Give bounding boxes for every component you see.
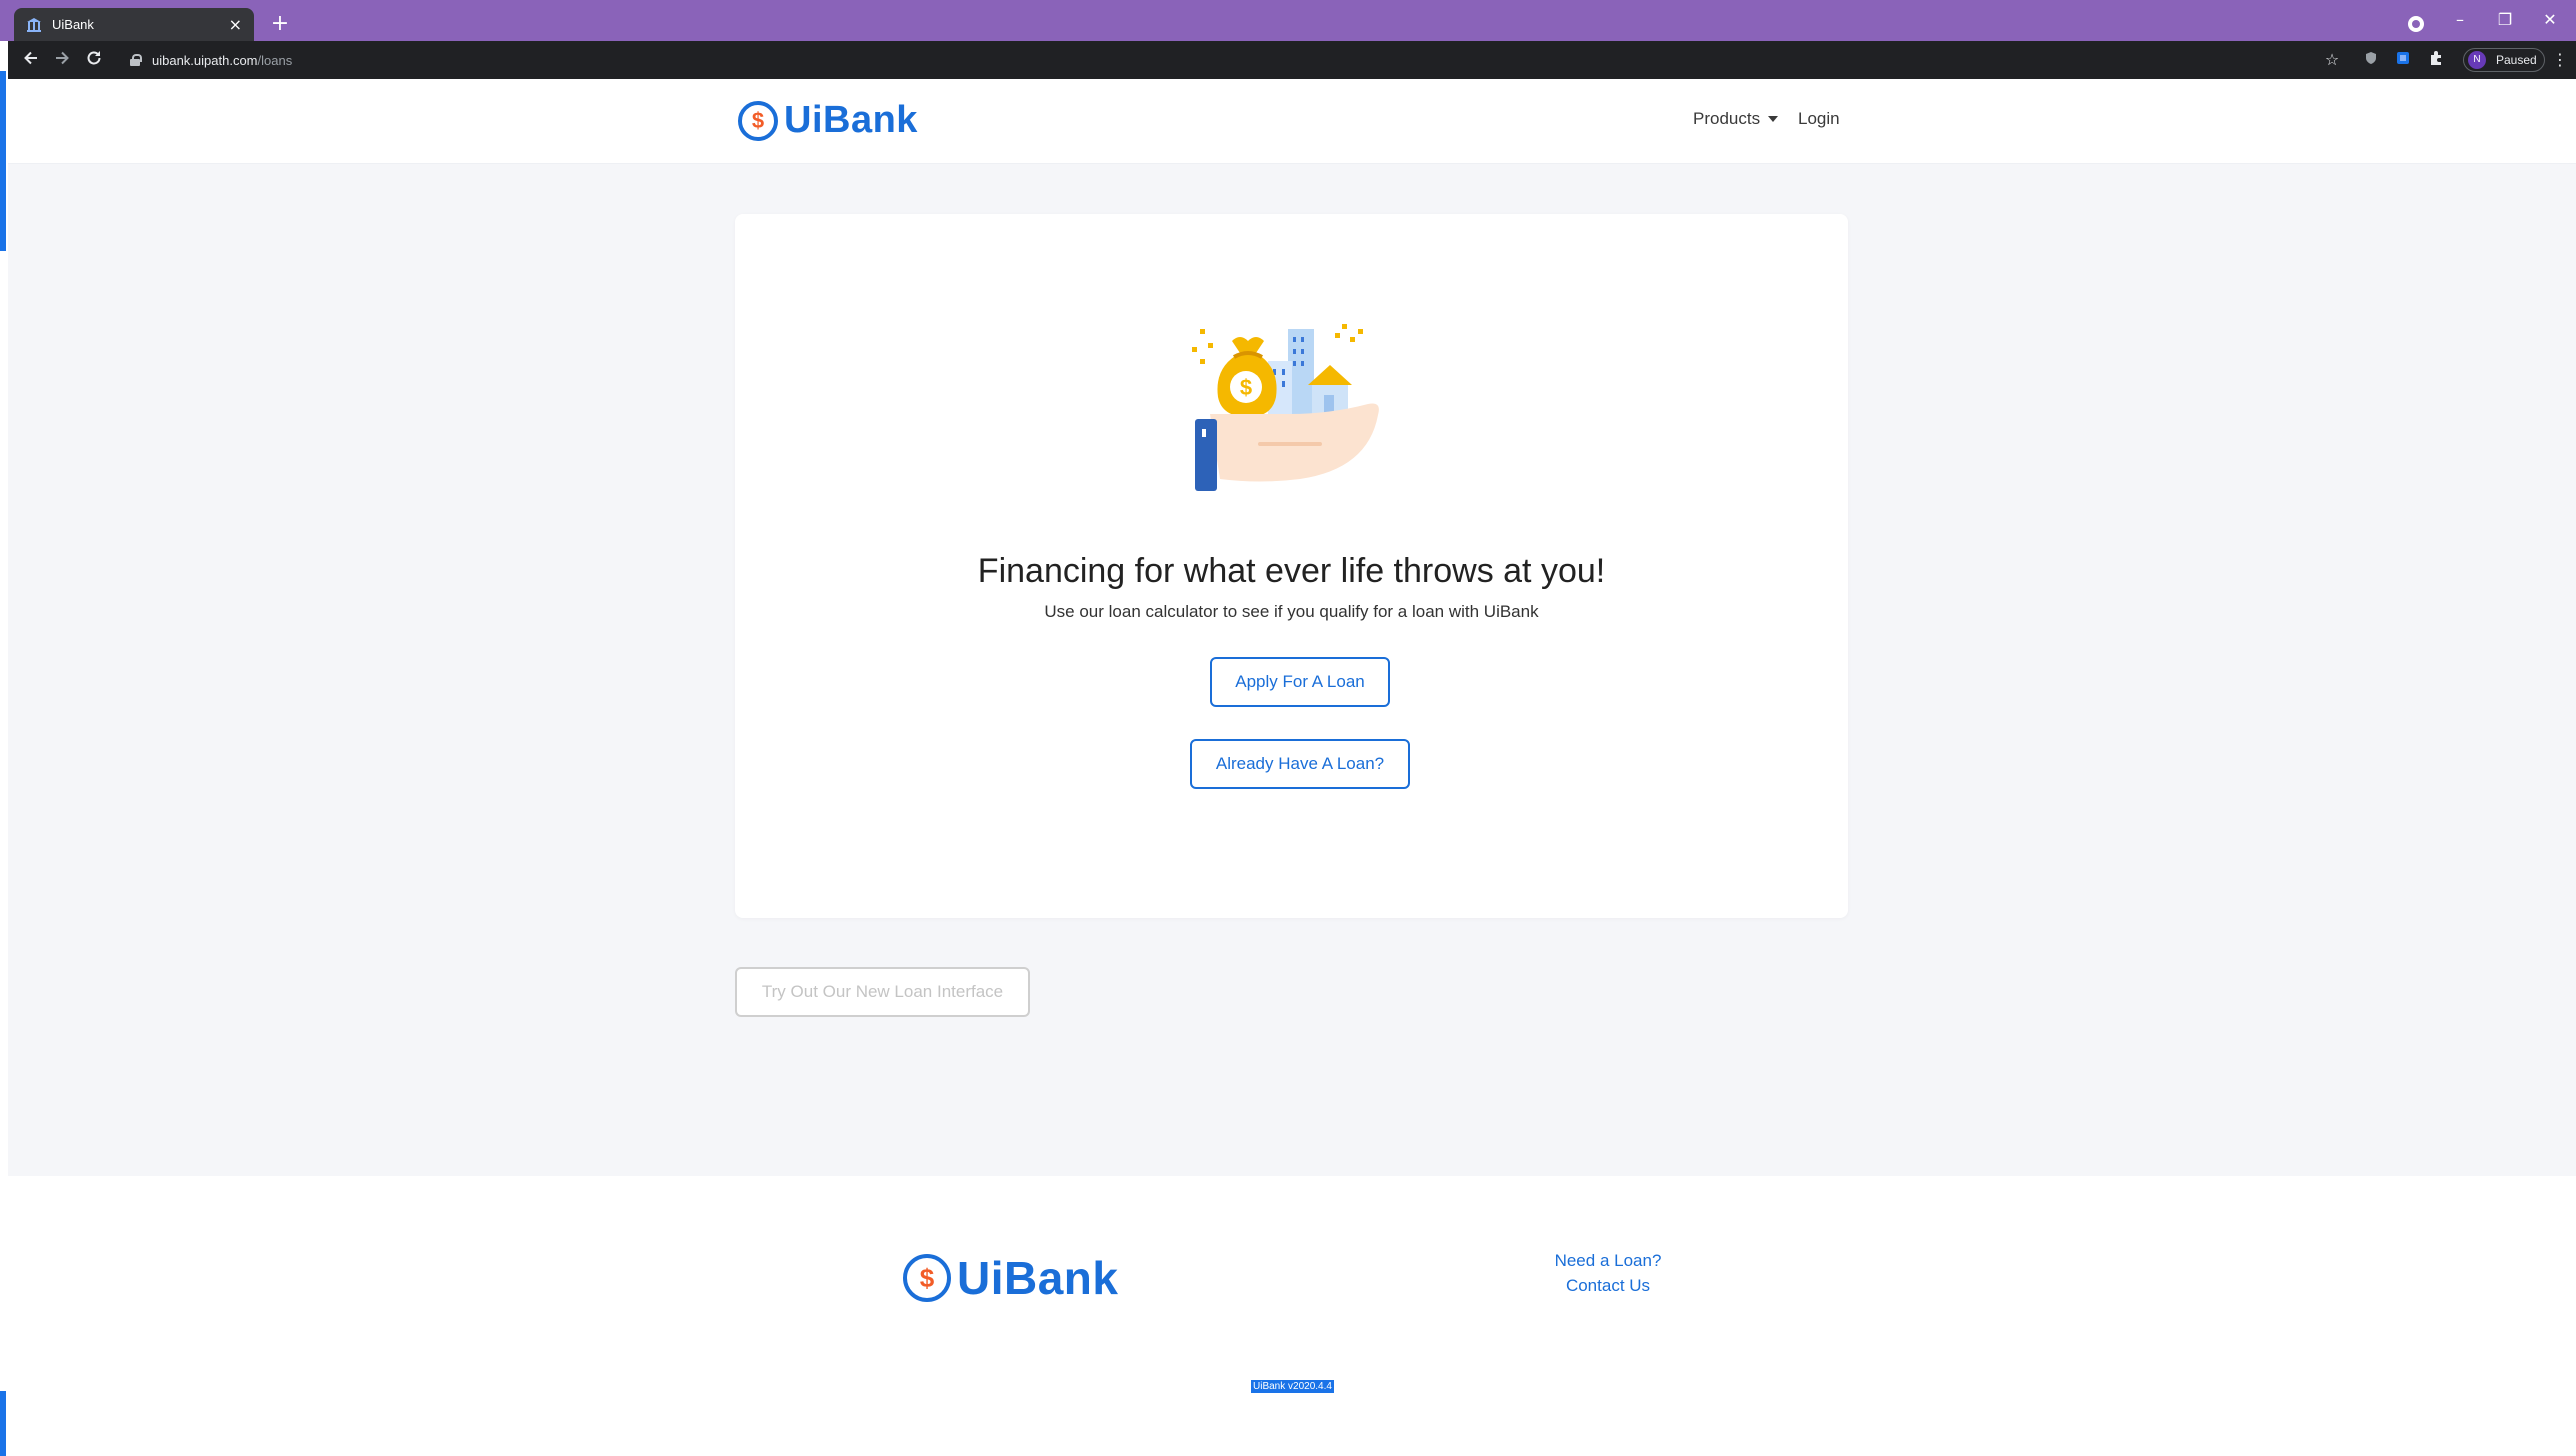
url-path: /loans: [257, 52, 293, 68]
site-footer: $ UiBank Need a Loan? Contact Us UiBank …: [8, 1176, 2576, 1456]
page: $ UiBank Products Login $ Financing for …: [8, 79, 2576, 1456]
loans-card: $ Financing for what ever life throws at…: [735, 214, 1848, 918]
extension-shield-icon[interactable]: [2361, 50, 2381, 70]
arrow-right-icon[interactable]: [51, 49, 73, 71]
browser-menu-icon[interactable]: ⋮: [2550, 50, 2570, 70]
nav-login-link[interactable]: Login: [1798, 109, 1840, 129]
footer-links: Need a Loan? Contact Us: [1528, 1248, 1688, 1298]
browser-toolbar: uibank.uipath.com /loans ☆ N Paused ⋮: [8, 41, 2576, 79]
dollar-coin-icon: $: [903, 1254, 951, 1302]
try-new-loan-interface-button[interactable]: Try Out Our New Loan Interface: [735, 967, 1030, 1017]
address-bar[interactable]: uibank.uipath.com /loans: [118, 45, 2318, 75]
browser-tab-strip: UiBank × + – ❐ ✕: [0, 0, 2576, 41]
hero-headline: Financing for what ever life throws at y…: [977, 552, 1606, 590]
logo-text: UiBank: [957, 1252, 1119, 1304]
close-window-button[interactable]: ✕: [2535, 10, 2565, 29]
nav-products-label: Products: [1693, 109, 1761, 128]
profile-status: Paused: [2496, 53, 2537, 67]
logo-symbol: $: [919, 1262, 935, 1293]
extension-recorder-icon[interactable]: [2393, 50, 2413, 70]
profile-avatar: N: [2468, 51, 2486, 69]
arrow-left-icon[interactable]: [20, 49, 42, 71]
browser-tab[interactable]: UiBank ×: [14, 8, 254, 41]
left-edge-strip: [0, 41, 8, 1456]
dollar-coin-icon: $: [738, 100, 778, 141]
restore-button[interactable]: ❐: [2490, 10, 2520, 29]
site-header: $ UiBank Products Login: [8, 79, 2576, 164]
lock-icon: [130, 54, 142, 66]
bank-favicon-icon: [26, 17, 42, 33]
bookmark-star-icon[interactable]: ☆: [2322, 50, 2342, 70]
reload-icon[interactable]: [83, 49, 105, 71]
money-hand-illustration-icon: $: [1190, 319, 1390, 504]
hero-subtext: Use our loan calculator to see if you qu…: [1044, 602, 1539, 621]
version-label: UiBank v2020.4.4: [1251, 1380, 1334, 1393]
tab-close-icon[interactable]: ×: [229, 15, 242, 34]
already-have-loan-button[interactable]: Already Have A Loan?: [1190, 739, 1410, 789]
svg-text:$: $: [1240, 375, 1252, 400]
chrome-profile-icon[interactable]: [2408, 16, 2424, 32]
caret-down-icon: [1768, 116, 1779, 122]
url-host: uibank.uipath.com: [152, 52, 258, 68]
side-accent-bar: [0, 1391, 6, 1456]
footer-logo[interactable]: $ UiBank: [903, 1251, 1118, 1305]
new-tab-button[interactable]: +: [268, 12, 292, 36]
side-accent-bar: [0, 71, 6, 251]
logo-text: UiBank: [784, 99, 918, 141]
apply-for-loan-button[interactable]: Apply For A Loan: [1210, 657, 1390, 707]
minimize-button[interactable]: –: [2445, 10, 2475, 29]
need-a-loan-link[interactable]: Need a Loan?: [1528, 1248, 1688, 1273]
nav-products-dropdown[interactable]: Products: [1693, 109, 1779, 129]
header-logo[interactable]: $ UiBank: [738, 99, 918, 142]
contact-us-link[interactable]: Contact Us: [1528, 1273, 1688, 1298]
tab-title: UiBank: [52, 17, 94, 32]
profile-paused-chip[interactable]: N Paused: [2463, 48, 2545, 72]
logo-symbol: $: [751, 107, 765, 133]
extensions-puzzle-icon[interactable]: [2426, 50, 2446, 70]
